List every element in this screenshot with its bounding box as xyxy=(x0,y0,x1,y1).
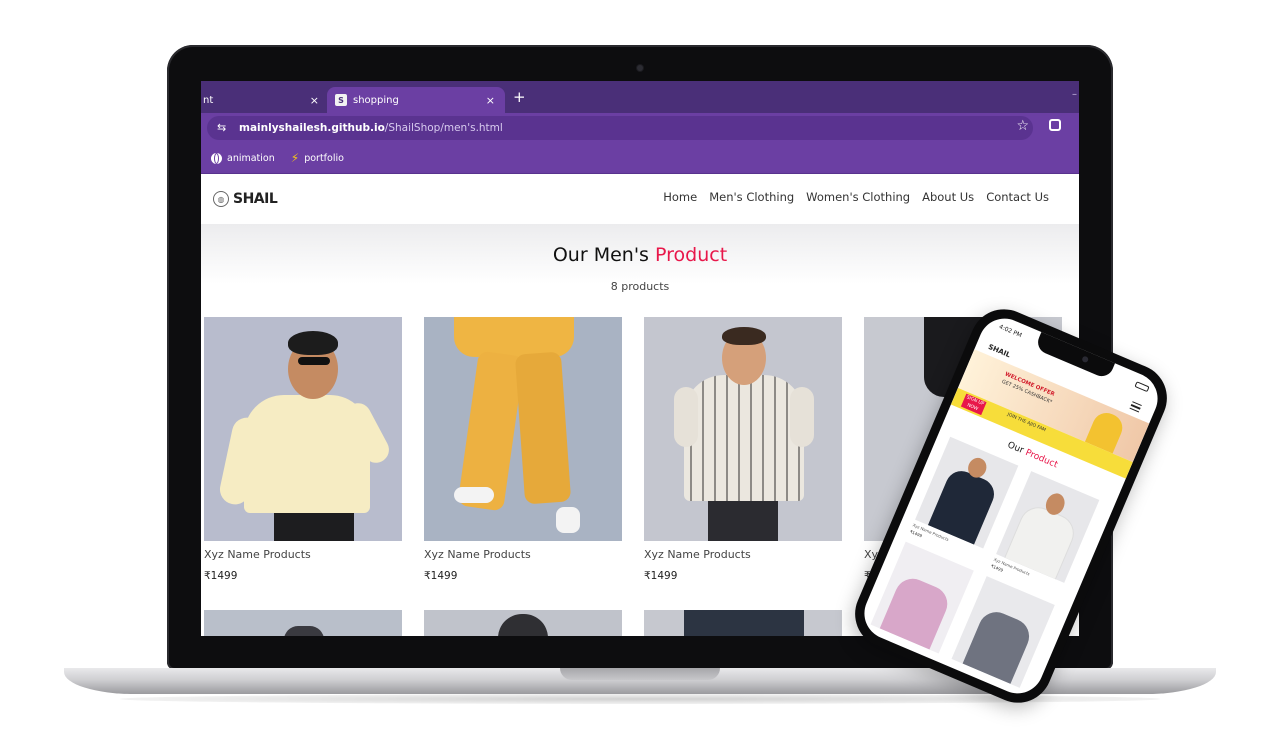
address-bar[interactable]: ⇆ mainlyshailesh.github.io/ShailShop/men… xyxy=(207,116,1033,140)
new-tab-button[interactable]: + xyxy=(513,87,526,107)
extensions-icon[interactable] xyxy=(1049,119,1061,131)
logo-text: SHAIL xyxy=(233,191,278,207)
product-card[interactable] xyxy=(204,610,404,636)
tab-title: nt xyxy=(203,94,214,106)
minimize-icon[interactable]: – xyxy=(1072,89,1077,100)
site-navbar: ◍ SHAIL Home Men's Clothing Women's Clot… xyxy=(201,174,1079,224)
url-host: mainlyshailesh.github.io xyxy=(239,122,385,134)
phone-status-time: 4:02 PM xyxy=(997,323,1023,340)
product-image[interactable] xyxy=(951,576,1055,688)
nav-link-home[interactable]: Home xyxy=(663,190,697,204)
product-price: ₹1499 xyxy=(644,570,678,582)
site-logo[interactable]: ◍ SHAIL xyxy=(213,191,278,207)
nav-link-about-us[interactable]: About Us xyxy=(922,190,974,204)
product-image[interactable] xyxy=(424,610,622,636)
title-main: Our xyxy=(1005,440,1025,456)
page-title: Our Men's Product xyxy=(201,244,1079,266)
product-image[interactable] xyxy=(424,317,622,541)
globe-icon xyxy=(211,152,222,164)
bolt-icon: ⚡ xyxy=(290,151,300,165)
title-accent: Product xyxy=(1023,447,1060,471)
product-price: ₹1499 xyxy=(204,570,238,582)
bookmarks-bar: animation ⚡ portfolio xyxy=(201,143,1079,174)
product-image[interactable] xyxy=(644,610,842,636)
tab-shopping[interactable]: S shopping × xyxy=(327,87,505,113)
product-card[interactable]: Xyz Name Products ₹1499 xyxy=(424,317,624,582)
site-settings-icon[interactable]: ⇆ xyxy=(217,122,231,134)
title-main: Our Men's xyxy=(552,244,649,266)
nav-link-mens-clothing[interactable]: Men's Clothing xyxy=(709,190,794,204)
nav-link-womens-clothing[interactable]: Women's Clothing xyxy=(806,190,910,204)
nav-links: Home Men's Clothing Women's Clothing Abo… xyxy=(663,190,1049,204)
tab-background[interactable]: nt × xyxy=(201,87,329,113)
product-image[interactable] xyxy=(870,541,974,654)
bookmark-portfolio[interactable]: ⚡ portfolio xyxy=(291,151,344,165)
title-accent: Product xyxy=(655,244,728,266)
url-text: mainlyshailesh.github.io/ShailShop/men's… xyxy=(239,122,503,134)
bookmark-star-icon[interactable]: ☆ xyxy=(1016,118,1029,134)
laptop-hinge-notch xyxy=(560,668,720,680)
product-image[interactable] xyxy=(204,610,402,636)
product-image[interactable] xyxy=(204,317,402,541)
product-count: 8 products xyxy=(610,280,670,293)
tab-title: shopping xyxy=(353,94,399,106)
bookmark-label: animation xyxy=(227,152,275,164)
bookmark-animation[interactable]: animation xyxy=(211,152,275,164)
logo-icon: ◍ xyxy=(213,191,229,207)
product-card[interactable]: Xyz Name Products ₹1499 xyxy=(204,317,404,582)
nav-link-contact-us[interactable]: Contact Us xyxy=(986,190,1049,204)
browser-tab-bar: nt × S shopping × + – xyxy=(201,81,1079,113)
product-name[interactable]: Xyz Name Products xyxy=(424,548,624,561)
phone-product-card[interactable] xyxy=(870,541,974,654)
product-name[interactable]: Xyz Name Products xyxy=(204,548,404,561)
bookmark-label: portfolio xyxy=(304,152,344,164)
product-card[interactable] xyxy=(644,610,844,636)
mockup-stage: nt × S shopping × + – ⇆ mainlyshailesh.g… xyxy=(0,0,1280,730)
close-tab-icon[interactable]: × xyxy=(486,94,495,107)
product-image[interactable] xyxy=(644,317,842,541)
close-tab-icon[interactable]: × xyxy=(310,94,319,107)
product-card[interactable]: Xyz Name Products ₹1499 xyxy=(644,317,844,582)
product-price: ₹1499 xyxy=(424,570,458,582)
product-name[interactable]: Xyz Name Products xyxy=(644,548,844,561)
favicon-icon: S xyxy=(335,94,347,106)
battery-icon xyxy=(1134,381,1150,393)
webcam xyxy=(637,65,643,71)
url-path: /ShailShop/men's.html xyxy=(384,122,503,134)
browser-toolbar: ⇆ mainlyshailesh.github.io/ShailShop/men… xyxy=(201,113,1079,143)
hamburger-menu-icon[interactable] xyxy=(1129,401,1142,413)
phone-product-card[interactable] xyxy=(951,576,1055,688)
product-card[interactable] xyxy=(424,610,624,636)
